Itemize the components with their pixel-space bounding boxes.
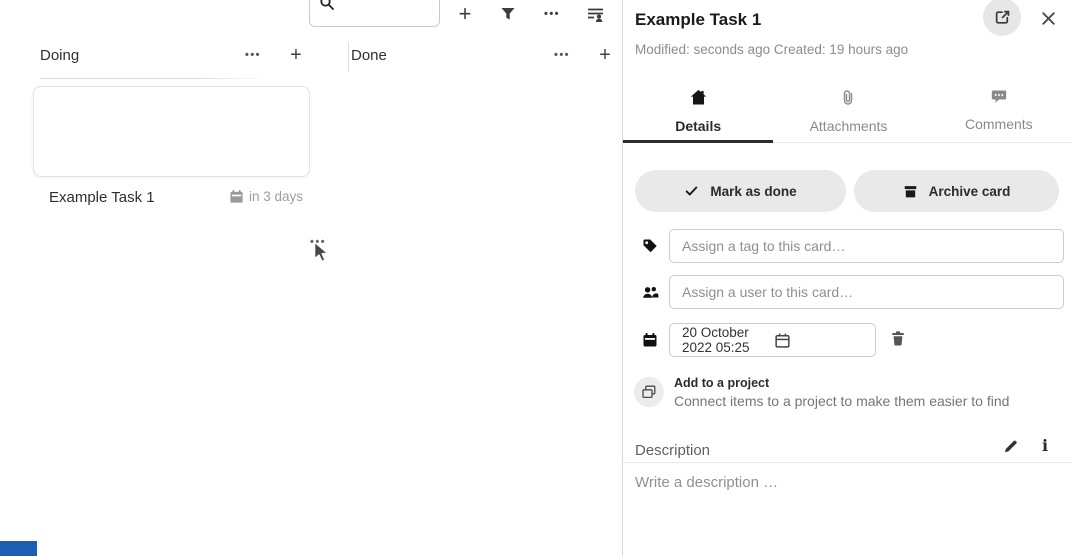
- external-link-icon: [994, 9, 1011, 26]
- due-date-value: 20 October 2022 05:25: [682, 325, 774, 355]
- add-to-project-title[interactable]: Add to a project: [674, 376, 769, 390]
- close-icon: [1040, 10, 1057, 27]
- due-date-field[interactable]: 20 October 2022 05:25: [669, 323, 876, 357]
- description-divider: [623, 462, 1073, 463]
- mark-as-done-button[interactable]: Mark as done: [635, 170, 846, 212]
- filter-icon: [500, 6, 516, 22]
- open-in-window-button[interactable]: [983, 0, 1021, 36]
- column-divider: [348, 42, 349, 72]
- task-card[interactable]: Example Task 1 in 3 days •••: [33, 86, 310, 177]
- plus-icon: +: [459, 3, 472, 25]
- column-doing-menu-button[interactable]: •••: [240, 42, 266, 68]
- more-icon: •••: [544, 8, 560, 20]
- column-header-underline: [40, 78, 267, 79]
- add-card-button[interactable]: +: [451, 0, 479, 28]
- assign-tag-input[interactable]: [669, 229, 1064, 263]
- tab-details[interactable]: Details: [623, 85, 773, 142]
- accent-square: [0, 541, 37, 556]
- search-icon: [319, 0, 335, 11]
- column-done-menu-button[interactable]: •••: [549, 42, 575, 68]
- project-icon-circle: [634, 377, 664, 407]
- home-icon: [690, 89, 707, 106]
- card-details-panel: Example Task 1 Modified: seconds ago Cre…: [622, 0, 1073, 556]
- description-info-button[interactable]: i: [1042, 436, 1048, 455]
- users-icon: [642, 284, 659, 300]
- filter-button[interactable]: [494, 0, 522, 28]
- panel-tabs: Details Attachments Comments: [623, 85, 1073, 143]
- description-label: Description: [635, 442, 710, 459]
- add-to-project-subtitle: Connect items to a project to make them …: [674, 393, 1009, 409]
- column-title-doing: Doing: [40, 47, 79, 64]
- tab-attachments[interactable]: Attachments: [773, 85, 923, 142]
- remove-due-date-button[interactable]: [890, 330, 906, 347]
- calendar-icon: [229, 189, 244, 204]
- paperclip-icon: [840, 89, 856, 106]
- tab-attachments-label: Attachments: [810, 118, 888, 134]
- card-title: Example Task 1: [49, 189, 155, 206]
- mark-as-done-label: Mark as done: [710, 184, 796, 199]
- app-window: + ••• Doing ••• + Done ••• + Example Tas…: [0, 0, 1073, 556]
- close-panel-button[interactable]: [1037, 7, 1059, 29]
- plus-icon: +: [599, 45, 611, 65]
- check-icon: [684, 184, 699, 198]
- list-user-icon: [587, 6, 604, 23]
- column-title-done: Done: [351, 47, 387, 64]
- tag-icon: [642, 238, 658, 254]
- trash-icon: [890, 330, 906, 347]
- board-details-toggle-button[interactable]: [581, 0, 609, 28]
- more-icon: •••: [245, 49, 261, 61]
- search-box: [309, 0, 440, 27]
- tab-comments-label: Comments: [965, 116, 1033, 132]
- archive-card-button[interactable]: Archive card: [854, 170, 1059, 212]
- calendar-picker-icon[interactable]: [774, 332, 866, 349]
- archive-card-label: Archive card: [929, 184, 1011, 199]
- panel-meta: Modified: seconds ago Created: 19 hours …: [635, 42, 908, 57]
- more-icon: •••: [310, 236, 326, 248]
- more-icon: •••: [554, 49, 570, 61]
- tab-comments[interactable]: Comments: [924, 85, 1073, 142]
- column-doing-add-button[interactable]: +: [283, 42, 309, 68]
- assign-user-input[interactable]: [669, 275, 1064, 309]
- column-done-add-button[interactable]: +: [592, 42, 618, 68]
- edit-description-button[interactable]: [1003, 438, 1019, 454]
- tab-details-label: Details: [675, 118, 721, 134]
- search-input[interactable]: [336, 3, 434, 23]
- plus-icon: +: [290, 45, 302, 65]
- comment-icon: [991, 89, 1007, 104]
- projects-icon: [641, 384, 657, 400]
- calendar-icon: [642, 332, 658, 348]
- description-placeholder[interactable]: Write a description …: [635, 474, 778, 491]
- pencil-icon: [1003, 438, 1019, 454]
- panel-title: Example Task 1: [635, 10, 761, 30]
- card-due-date: in 3 days: [229, 189, 303, 204]
- card-menu-button[interactable]: •••: [310, 233, 326, 248]
- board-menu-button[interactable]: •••: [538, 0, 566, 28]
- archive-icon: [903, 184, 918, 199]
- card-due-label: in 3 days: [249, 189, 303, 204]
